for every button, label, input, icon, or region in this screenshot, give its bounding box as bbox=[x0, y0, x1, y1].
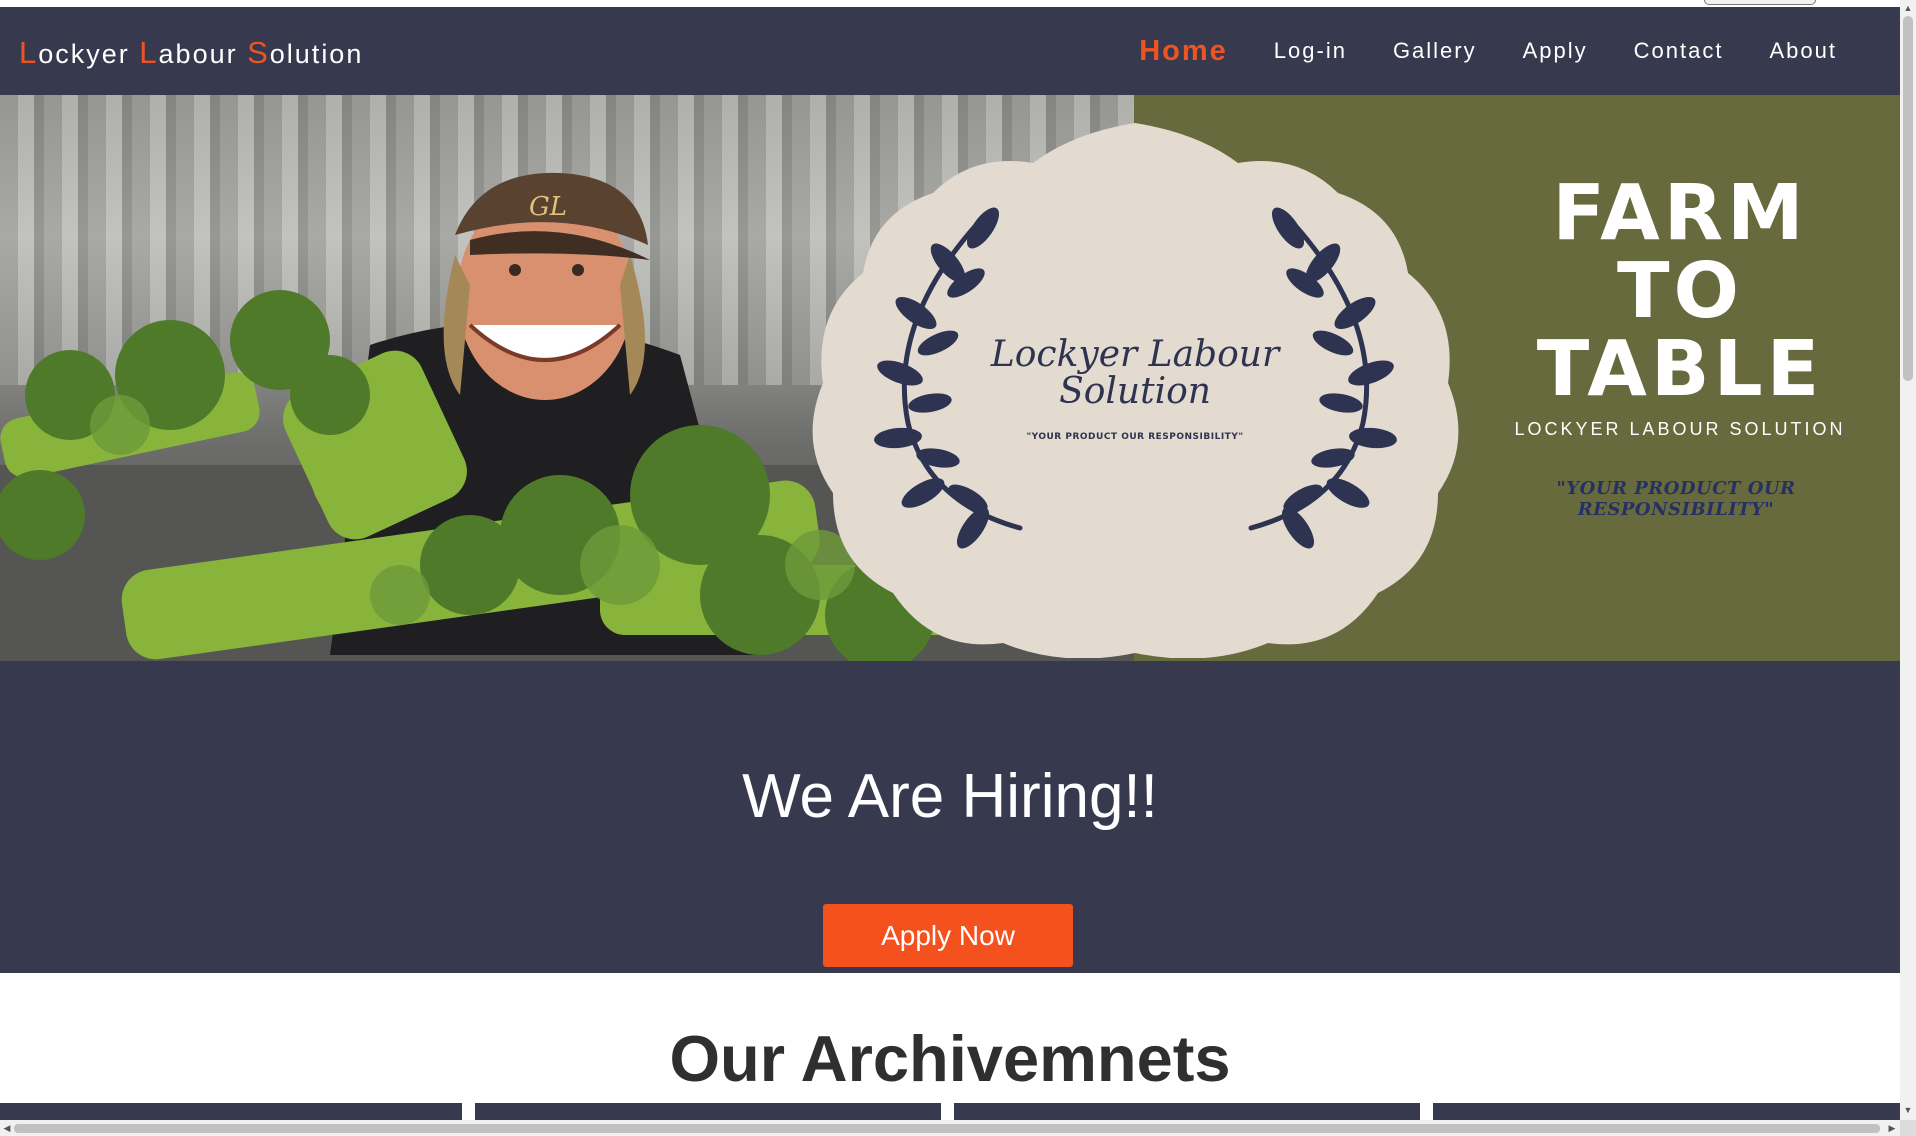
nav-link-gallery[interactable]: Gallery bbox=[1370, 38, 1500, 64]
nav-link-apply[interactable]: Apply bbox=[1500, 38, 1611, 64]
brand-initial: L bbox=[19, 35, 39, 70]
hero-tagline: "YOUR PRODUCT OUR RESPONSIBILITY" bbox=[1556, 478, 1796, 520]
badge-title-line2: Solution bbox=[1059, 371, 1211, 412]
farm-to-table-heading: FARM TO TABLE bbox=[1500, 175, 1860, 409]
brand-logo[interactable]: Lockyer Labour Solution bbox=[19, 35, 363, 71]
achievements-section: Our Archivemnets bbox=[0, 973, 1900, 1123]
scrollbar-corner bbox=[1900, 1120, 1916, 1136]
vertical-scroll-thumb[interactable] bbox=[1903, 16, 1913, 381]
hiring-section: We Are Hiring!! Apply Now bbox=[0, 661, 1900, 973]
cap-logo-text: GL bbox=[529, 192, 567, 222]
scroll-right-icon[interactable]: ▶ bbox=[1886, 1122, 1898, 1134]
scroll-up-icon[interactable]: ▲ bbox=[1903, 2, 1913, 14]
brand-word: olution bbox=[269, 39, 364, 69]
badge-tagline: "YOUR PRODUCT OUR RESPONSIBILITY" bbox=[1026, 432, 1243, 442]
achievements-heading: Our Archivemnets bbox=[669, 1022, 1231, 1095]
heading-line-table: TABLE bbox=[1536, 325, 1824, 414]
nav-link-login[interactable]: Log-in bbox=[1251, 38, 1370, 64]
scroll-left-icon[interactable]: ◀ bbox=[1, 1122, 13, 1134]
nav-link-about[interactable]: About bbox=[1747, 38, 1861, 64]
window-corner bbox=[1704, 0, 1816, 5]
main-nav: Home Log-in Gallery Apply Contact About bbox=[1116, 7, 1860, 95]
horizontal-scroll-thumb[interactable] bbox=[14, 1124, 1880, 1133]
horizontal-scrollbar[interactable]: ◀ ▶ bbox=[0, 1120, 1900, 1136]
heading-line-farm: FARM bbox=[1552, 169, 1808, 258]
heading-line-to: TO bbox=[1617, 247, 1743, 336]
brand-word: abour bbox=[158, 39, 248, 69]
brand-initial: S bbox=[247, 35, 270, 70]
browser-top-strip bbox=[0, 0, 1916, 7]
nav-link-contact[interactable]: Contact bbox=[1611, 38, 1747, 64]
nav-link-home[interactable]: Home bbox=[1116, 35, 1251, 68]
brand-word: ockyer bbox=[38, 39, 140, 69]
scroll-down-icon[interactable]: ▼ bbox=[1903, 1104, 1913, 1116]
apply-now-button[interactable]: Apply Now bbox=[823, 904, 1073, 967]
company-badge: Lockyer Labour Solution "YOUR PRODUCT OU… bbox=[812, 123, 1459, 658]
badge-title-line1: Lockyer Labour bbox=[990, 334, 1281, 375]
hiring-heading: We Are Hiring!! bbox=[742, 762, 1158, 831]
vertical-scrollbar[interactable]: ▲ ▼ bbox=[1900, 0, 1916, 1120]
brand-initial: L bbox=[139, 35, 159, 70]
hero-subtitle: LOCKYER LABOUR SOLUTION bbox=[1514, 419, 1846, 439]
hero-banner: GL Lockyer Labour Solution "YOUR PRODUCT… bbox=[0, 95, 1900, 661]
navbar: Lockyer Labour Solution Home Log-in Gall… bbox=[0, 7, 1900, 95]
